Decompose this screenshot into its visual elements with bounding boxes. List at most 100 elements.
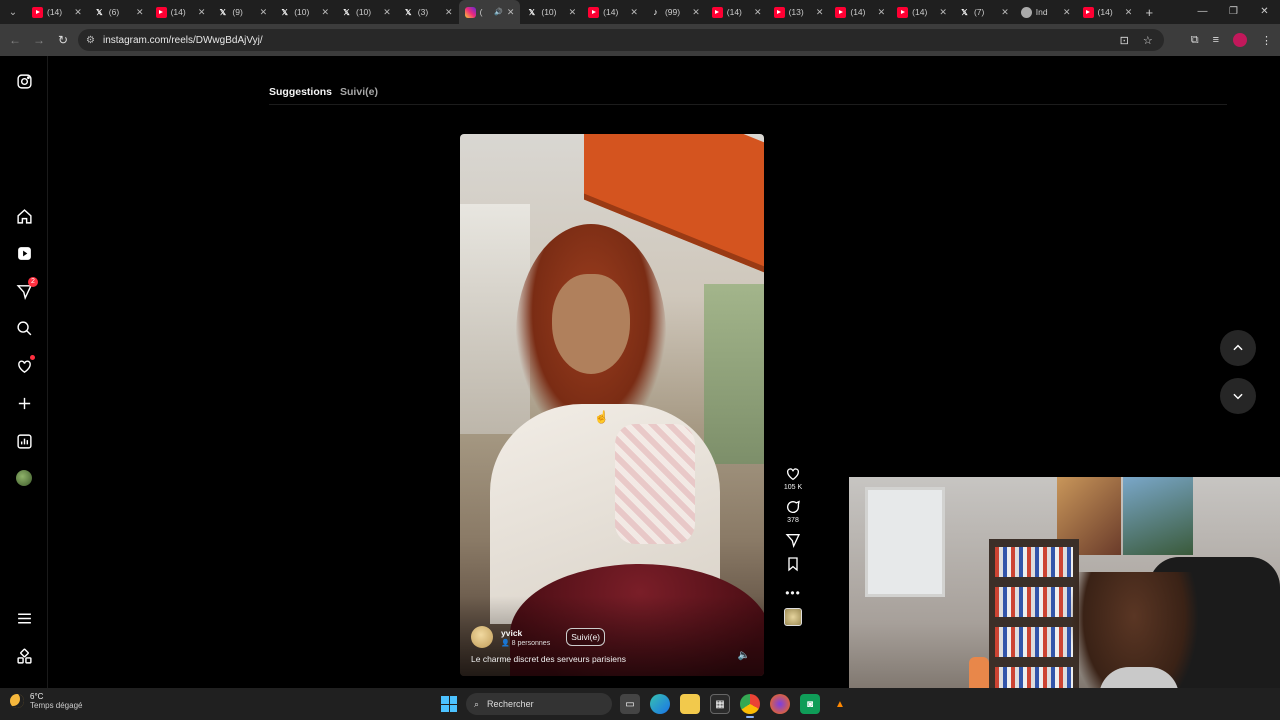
tab-suggestions[interactable]: Suggestions [269, 86, 332, 98]
browser-tab[interactable]: 𝕏 (10) ✕ [520, 0, 582, 24]
chrome-icon[interactable] [740, 694, 760, 718]
game-launcher-icon[interactable]: ◙ [800, 694, 820, 714]
reload-button[interactable]: ↻ [51, 33, 75, 47]
back-button[interactable]: ← [3, 33, 27, 47]
browser-tab[interactable]: 𝕏 (9) ✕ [211, 0, 273, 24]
task-view-icon[interactable]: ▭ [620, 694, 640, 714]
taskbar-search[interactable]: ⌕ Rechercher [466, 693, 612, 715]
close-tab-icon[interactable]: ✕ [321, 7, 329, 18]
extensions-icon[interactable]: ⧉ [1191, 34, 1199, 47]
next-reel-button[interactable] [1220, 378, 1256, 414]
home-icon[interactable] [14, 206, 34, 226]
browser-tab[interactable]: (13) ✕ [768, 0, 830, 24]
restore-button[interactable]: ❐ [1218, 0, 1249, 24]
tab-title: (14) [47, 7, 63, 17]
browser-tab[interactable]: (14) ✕ [829, 0, 891, 24]
reels-icon[interactable] [14, 243, 34, 263]
browser-tab[interactable]: Ind ✕ [1015, 0, 1077, 24]
author-avatar[interactable] [471, 626, 493, 648]
close-window-button[interactable]: ✕ [1249, 0, 1280, 24]
reel-video[interactable]: ☝ yvick 👤 8 personnes Suivi(e) Le charme… [460, 134, 764, 676]
tab-search-button[interactable]: ⌄ [0, 0, 26, 24]
notifications-heart-icon[interactable] [14, 355, 35, 376]
minimize-button[interactable]: — [1187, 0, 1218, 24]
browser-tab[interactable]: (14) ✕ [150, 0, 212, 24]
comment-icon[interactable] [785, 499, 801, 515]
tab-following[interactable]: Suivi(e) [340, 86, 378, 98]
site-info-icon[interactable]: ⚙ [86, 35, 95, 46]
install-app-icon[interactable]: ⊡ [1120, 34, 1129, 47]
close-tab-icon[interactable]: ✕ [507, 7, 515, 18]
bookmark-star-icon[interactable]: ☆ [1143, 34, 1153, 47]
browser-tab[interactable]: 𝕏 (10) ✕ [335, 0, 397, 24]
firefox-icon[interactable] [770, 694, 790, 714]
close-tab-icon[interactable]: ✕ [1063, 7, 1071, 18]
browser-tab[interactable]: (14) ✕ [706, 0, 768, 24]
close-tab-icon[interactable]: ✕ [1001, 7, 1009, 18]
vlc-icon[interactable]: ▲ [830, 694, 850, 714]
close-tab-icon[interactable]: ✕ [260, 7, 268, 18]
author-username[interactable]: yvick [501, 628, 550, 638]
profile-avatar-icon[interactable] [14, 468, 34, 488]
close-tab-icon[interactable]: ✕ [445, 7, 453, 18]
volume-icon[interactable]: 🔈 [738, 650, 750, 661]
profile-avatar[interactable] [1233, 33, 1247, 47]
x-icon: 𝕏 [96, 7, 103, 17]
close-tab-icon[interactable]: ✕ [198, 7, 206, 18]
edge-icon[interactable] [650, 694, 670, 714]
windows-start-icon[interactable] [441, 696, 457, 712]
browser-tab[interactable]: ♪ (99) ✕ [644, 0, 706, 24]
search-icon[interactable] [14, 318, 34, 338]
browser-tab[interactable]: 𝕏 (6) ✕ [88, 0, 150, 24]
tab-list: (14) ✕ 𝕏 (6) ✕ (14) ✕ 𝕏 (9) ✕ 𝕏 (10) ✕ 𝕏 (10) ✕ 𝕏 (3) ✕ (🔊 ✕… [26, 0, 1138, 24]
more-options-icon[interactable]: ••• [780, 586, 806, 600]
close-tab-icon[interactable]: ✕ [569, 7, 577, 18]
create-plus-icon[interactable] [14, 393, 34, 413]
browser-menu-icon[interactable]: ⋮ [1261, 34, 1272, 47]
close-tab-icon[interactable]: ✕ [74, 7, 82, 18]
close-tab-icon[interactable]: ✕ [136, 7, 144, 18]
close-tab-icon[interactable]: ✕ [939, 7, 947, 18]
dashboard-icon[interactable] [14, 431, 34, 451]
youtube-icon [711, 6, 723, 18]
browser-tab[interactable]: 𝕏 (7) ✕ [953, 0, 1015, 24]
instagram-icon [464, 6, 476, 18]
messages-icon[interactable]: 2 [14, 277, 38, 301]
instagram-logo-icon[interactable] [14, 71, 34, 91]
browser-tab[interactable]: (🔊 ✕ [458, 0, 521, 24]
previous-reel-button[interactable] [1220, 330, 1256, 366]
browser-tab[interactable]: (14) ✕ [1077, 0, 1139, 24]
browser-tab[interactable]: (14) ✕ [582, 0, 644, 24]
close-tab-icon[interactable]: ✕ [383, 7, 391, 18]
browser-tab[interactable]: (14) ✕ [26, 0, 88, 24]
weather-widget[interactable]: 6°C Temps dégagé [10, 692, 82, 710]
like-action: 105 K [780, 466, 806, 491]
share-icon[interactable] [785, 532, 801, 548]
bookmark-icon[interactable] [785, 556, 801, 572]
url-text[interactable]: instagram.com/reels/DWwgBdAjVyj/ [103, 35, 263, 46]
store-icon[interactable]: ▦ [710, 694, 730, 714]
windows-taskbar: 6°C Temps dégagé ⌕ Rechercher ▭ ▦ ◙ ▲ [0, 688, 1280, 720]
audio-playing-icon[interactable]: 🔊 [494, 8, 503, 16]
browser-tools: ⊡ ☆ ⧉ ≡ ⋮ [1120, 24, 1272, 56]
file-explorer-icon[interactable] [680, 694, 700, 714]
reel-caption[interactable]: Le charme discret des serveurs parisiens [471, 654, 626, 664]
new-tab-button[interactable]: + [1138, 5, 1160, 20]
forward-button[interactable]: → [27, 33, 51, 47]
following-button[interactable]: Suivi(e) [566, 628, 606, 646]
media-controls-icon[interactable]: ≡ [1213, 34, 1219, 46]
close-tab-icon[interactable]: ✕ [878, 7, 886, 18]
browser-tab[interactable]: 𝕏 (10) ✕ [273, 0, 335, 24]
also-from-meta-icon[interactable] [14, 646, 34, 666]
close-tab-icon[interactable]: ✕ [816, 7, 824, 18]
close-tab-icon[interactable]: ✕ [630, 7, 638, 18]
more-menu-icon[interactable] [14, 608, 34, 628]
browser-tab[interactable]: 𝕏 (3) ✕ [397, 0, 459, 24]
audio-thumbnail[interactable] [780, 608, 806, 626]
like-heart-icon[interactable] [785, 466, 801, 482]
browser-tab[interactable]: (14) ✕ [891, 0, 953, 24]
close-tab-icon[interactable]: ✕ [1125, 7, 1133, 18]
close-tab-icon[interactable]: ✕ [754, 7, 762, 18]
close-tab-icon[interactable]: ✕ [692, 7, 700, 18]
omnibox[interactable]: ⚙ instagram.com/reels/DWwgBdAjVyj/ [78, 29, 1164, 51]
